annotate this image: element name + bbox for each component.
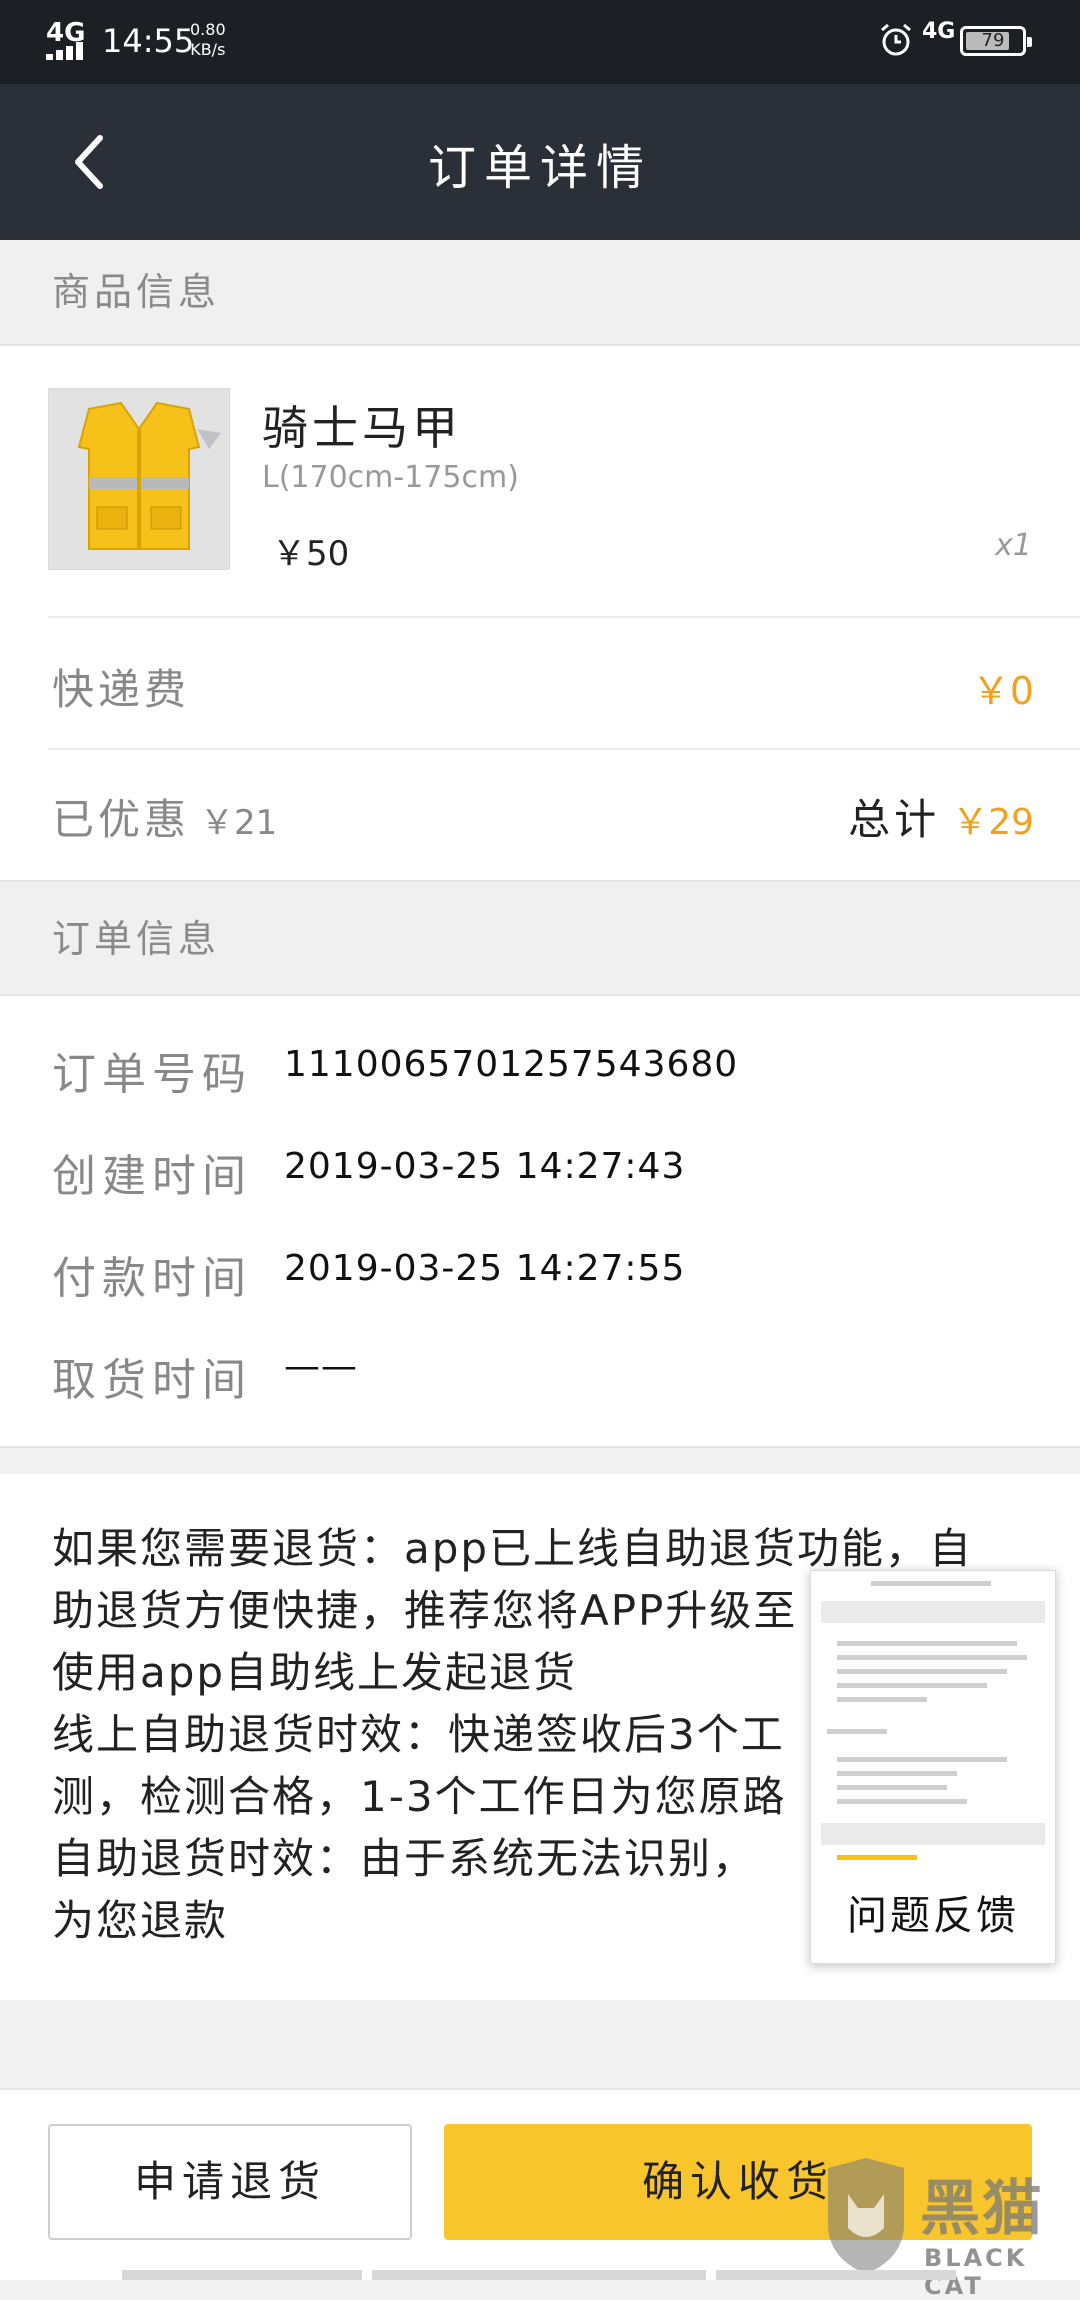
speed-unit: KB/s bbox=[190, 40, 226, 59]
alarm-icon bbox=[881, 23, 911, 56]
battery-icon: 79 bbox=[960, 26, 1032, 56]
feedback-screenshot-preview bbox=[811, 1571, 1055, 1871]
apply-return-button[interactable]: 申请退货 bbox=[48, 2124, 412, 2240]
product-quantity: x1 bbox=[995, 528, 1032, 563]
payment-time-label: 付款时间 bbox=[52, 1253, 252, 1304]
discount-row: 已优惠 ￥21 bbox=[52, 786, 277, 847]
navigation-bar: 订单详情 bbox=[0, 84, 1080, 240]
shipping-fee-label: 快递费 bbox=[52, 665, 191, 714]
product-price: ￥50 bbox=[272, 534, 350, 574]
watermark-cn: 黑猫 bbox=[920, 2174, 1044, 2244]
black-cat-logo-icon bbox=[828, 2158, 904, 2274]
discount-label: 已优惠 bbox=[52, 795, 191, 844]
speed-value: 0.80 bbox=[190, 20, 226, 39]
product-name: 骑士马甲 bbox=[262, 401, 462, 455]
discount-value: ￥21 bbox=[200, 803, 278, 843]
total-row: 总计 ￥29 bbox=[848, 786, 1034, 847]
product-section-heading: 商品信息 bbox=[0, 240, 1080, 344]
home-indicator bbox=[372, 2270, 706, 2280]
feedback-floating-card[interactable]: 问题反馈 bbox=[810, 1570, 1056, 1964]
status-bar: 4G 14:55 0.80 KB/s 4G 79 bbox=[0, 0, 1080, 84]
product-spec: L(170cm-175cm) bbox=[262, 460, 519, 495]
feedback-label: 问题反馈 bbox=[847, 1893, 1019, 1939]
page-title: 订单详情 bbox=[427, 140, 652, 196]
black-cat-watermark: 黑猫 BLACK CAT bbox=[808, 2154, 1080, 2300]
payment-time-value: 2019-03-25 14:27:55 bbox=[284, 1248, 686, 1289]
total-value: ￥29 bbox=[952, 802, 1034, 843]
created-time-label: 创建时间 bbox=[52, 1151, 252, 1202]
order-number-label: 订单号码 bbox=[52, 1049, 252, 1100]
order-number-value: 1110065701257543680 bbox=[284, 1044, 739, 1085]
network-type-right: 4G bbox=[922, 19, 956, 44]
shipping-fee-value: ￥0 bbox=[971, 669, 1034, 713]
created-time-value: 2019-03-25 14:27:43 bbox=[284, 1146, 686, 1187]
signal-icon bbox=[46, 40, 92, 60]
home-indicator bbox=[716, 2270, 956, 2280]
battery-level: 79 bbox=[981, 30, 1005, 51]
order-section-heading: 订单信息 bbox=[0, 880, 1080, 994]
network-speed: 0.80 KB/s bbox=[190, 20, 226, 60]
clock: 14:55 bbox=[102, 22, 195, 60]
divider bbox=[48, 748, 1080, 750]
product-thumbnail[interactable] bbox=[48, 388, 230, 570]
home-indicator bbox=[122, 2270, 362, 2280]
pickup-time-label: 取货时间 bbox=[52, 1355, 252, 1406]
pickup-time-value: —— bbox=[284, 1346, 358, 1387]
vest-image-icon bbox=[77, 401, 221, 550]
total-label: 总计 bbox=[848, 795, 941, 844]
divider bbox=[48, 616, 1080, 618]
